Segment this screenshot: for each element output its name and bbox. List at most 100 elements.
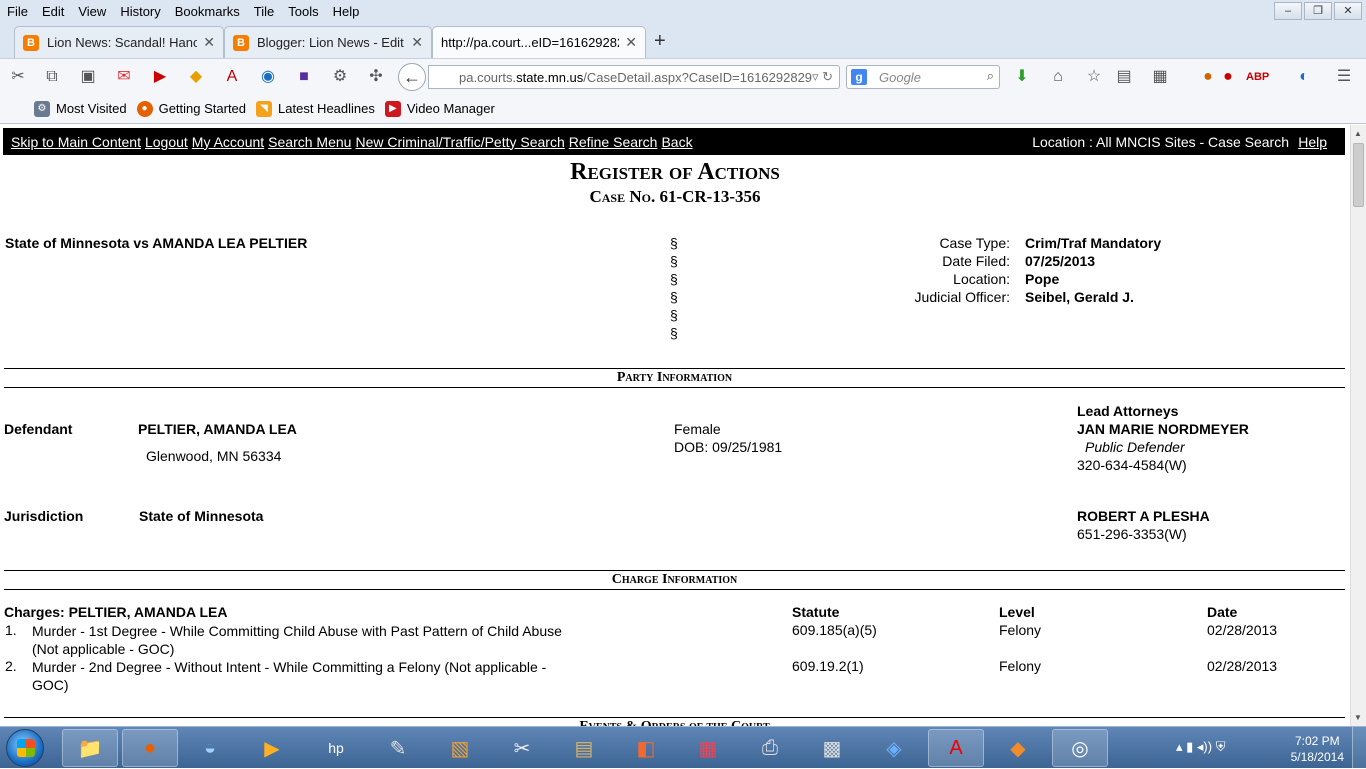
onenote-icon[interactable]: ■	[294, 67, 314, 87]
scanner-icon[interactable]: ⎙	[742, 729, 798, 767]
new-search-link[interactable]: New Criminal/Traffic/Petty Search	[355, 134, 564, 150]
defendant-attorney-phone: 320-634-4584(W)	[1077, 457, 1187, 473]
gear-icon: ⚙	[34, 100, 50, 117]
close-tab-icon[interactable]: ✕	[625, 34, 637, 51]
home-icon[interactable]: ⌂	[1048, 67, 1068, 87]
level-header: Level	[999, 604, 1035, 620]
back-button[interactable]: ←	[398, 63, 426, 91]
restore-button[interactable]: ❐	[1304, 2, 1332, 20]
tab-label: Blogger: Lion News - Edit p...	[257, 35, 405, 50]
page-content: Skip to Main Content Logout My Account S…	[0, 125, 1350, 726]
tile-icon[interactable]: ▦	[1150, 67, 1170, 87]
search-menu-link[interactable]: Search Menu	[268, 134, 351, 150]
media-player-icon[interactable]: ▶	[244, 729, 300, 767]
new-tab-button[interactable]: +	[654, 30, 666, 53]
defendant-name: PELTIER, AMANDA LEA	[138, 421, 297, 437]
date-filed-value: 07/25/2013	[1025, 253, 1096, 269]
party-information-heading: Party Information	[4, 368, 1345, 388]
scroll-up-icon[interactable]: ▲	[1354, 129, 1362, 138]
my-account-link[interactable]: My Account	[192, 134, 264, 150]
tab-label: Lion News: Scandal! Hanco...	[47, 35, 198, 50]
paint-icon[interactable]: ▧	[432, 729, 488, 767]
start-button[interactable]	[6, 729, 44, 767]
gmail-icon[interactable]: ✉	[114, 67, 134, 87]
skip-to-main-link[interactable]: Skip to Main Content	[11, 134, 141, 150]
tools-icon[interactable]: ✣	[366, 67, 386, 87]
refine-search-link[interactable]: Refine Search	[569, 134, 658, 150]
adblock-icon[interactable]: ABP	[1246, 67, 1269, 87]
notification-icon[interactable]: ◐	[1294, 67, 1314, 87]
books-icon[interactable]: ▤	[556, 729, 612, 767]
bookmark-latest-headlines[interactable]: ◥ Latest Headlines	[256, 100, 375, 117]
settings-icon[interactable]: ⚙	[330, 67, 350, 87]
help-link[interactable]: Help	[1298, 134, 1327, 150]
tab-blogger-edit[interactable]: B Blogger: Lion News - Edit p... ✕	[224, 26, 432, 58]
video-editor-icon[interactable]: ▦	[680, 729, 736, 767]
menu-edit[interactable]: Edit	[35, 4, 71, 19]
bookmark-getting-started[interactable]: ● Getting Started	[136, 100, 246, 117]
cut-icon[interactable]: ✂	[8, 67, 28, 87]
youtube-icon: ▶	[384, 100, 401, 117]
minimize-button[interactable]: –	[1274, 2, 1302, 20]
bookmark-label: Video Manager	[406, 101, 495, 116]
thunderbird-icon[interactable]: ◒	[182, 729, 238, 767]
reading-list-icon[interactable]: ▤	[1114, 67, 1134, 87]
calculator-icon[interactable]: ▩	[804, 729, 860, 767]
gimp-icon[interactable]: ✎	[370, 729, 426, 767]
scroll-down-icon[interactable]: ▼	[1354, 713, 1362, 722]
photo-app-icon[interactable]: ◆	[990, 729, 1046, 767]
menu-help[interactable]: Help	[326, 4, 367, 19]
menu-view[interactable]: View	[71, 4, 113, 19]
blogger-icon: B	[23, 34, 39, 51]
charge-statute: 609.185(a)(5)	[792, 622, 877, 638]
firefox-icon[interactable]: ●	[122, 729, 178, 767]
tab-lion-news[interactable]: B Lion News: Scandal! Hanco... ✕	[14, 26, 224, 58]
close-tab-icon[interactable]: ✕	[411, 34, 423, 51]
menu-tools[interactable]: Tools	[281, 4, 325, 19]
reload-icon[interactable]: ▿ ↻	[812, 69, 833, 85]
close-tab-icon[interactable]: ✕	[203, 34, 215, 51]
show-desktop-button[interactable]	[1352, 727, 1366, 769]
extension-icon[interactable]: ●	[1218, 67, 1238, 87]
search-input[interactable]: g Google ⌕	[846, 65, 1000, 89]
menu-tile[interactable]: Tile	[247, 4, 281, 19]
charge-description: Murder - 2nd Degree - Without Intent - W…	[32, 659, 547, 693]
picasa-icon[interactable]: ◆	[186, 67, 206, 87]
page-scrollbar[interactable]: ▲ ▼	[1350, 125, 1366, 726]
bookmark-most-visited[interactable]: ⚙ Most Visited	[34, 100, 127, 117]
paste-icon[interactable]: ▣	[78, 67, 98, 87]
menu-hamburger-icon[interactable]: ☰	[1334, 67, 1354, 87]
office-icon[interactable]: ◧	[618, 729, 674, 767]
menu-file[interactable]: File	[0, 4, 35, 19]
file-explorer-icon[interactable]: 📁	[62, 729, 118, 767]
network-utility-icon[interactable]: ◎	[1052, 729, 1108, 767]
close-window-button[interactable]: ✕	[1334, 2, 1362, 20]
camera-icon[interactable]: ◉	[258, 67, 278, 87]
hp-icon[interactable]: hp	[308, 729, 364, 767]
download-icon[interactable]: ⬇	[1012, 67, 1032, 87]
bookmark-label: Most Visited	[56, 101, 127, 116]
clock[interactable]: 7:02 PM 5/18/2014	[1291, 733, 1344, 765]
malwarebytes-icon[interactable]: ◈	[866, 729, 922, 767]
charge-number: 1.	[5, 622, 17, 638]
defendant-attorney-title: Public Defender	[1085, 439, 1185, 455]
acrobat-icon[interactable]: A	[222, 67, 242, 87]
tab-court-case[interactable]: http://pa.court...eID=1616292829 ✕	[432, 26, 646, 58]
bookmark-video-manager[interactable]: ▶ Video Manager	[384, 100, 495, 117]
snipping-tool-icon[interactable]: ✂	[494, 729, 550, 767]
date-header: Date	[1207, 604, 1238, 620]
tray-icons[interactable]: ▴ ▮ ◂)) ⛨	[1176, 739, 1225, 755]
statute-header: Statute	[792, 604, 840, 620]
back-link[interactable]: Back	[661, 134, 692, 150]
extension-icon[interactable]: ●	[1198, 67, 1218, 87]
menu-history[interactable]: History	[113, 4, 167, 19]
adobe-reader-icon[interactable]: A	[928, 729, 984, 767]
copy-icon[interactable]: ⧉	[42, 67, 62, 87]
address-bar[interactable]: pa.courts. state.mn.us/CaseDetail.aspx?Ca…	[428, 65, 840, 89]
menu-bookmarks[interactable]: Bookmarks	[168, 4, 247, 19]
scrollbar-thumb[interactable]	[1353, 143, 1364, 207]
logout-link[interactable]: Logout	[145, 134, 188, 150]
youtube-icon[interactable]: ▶	[150, 67, 170, 87]
bookmark-star-icon[interactable]: ☆	[1084, 67, 1104, 87]
search-icon[interactable]: ⌕	[987, 68, 994, 84]
